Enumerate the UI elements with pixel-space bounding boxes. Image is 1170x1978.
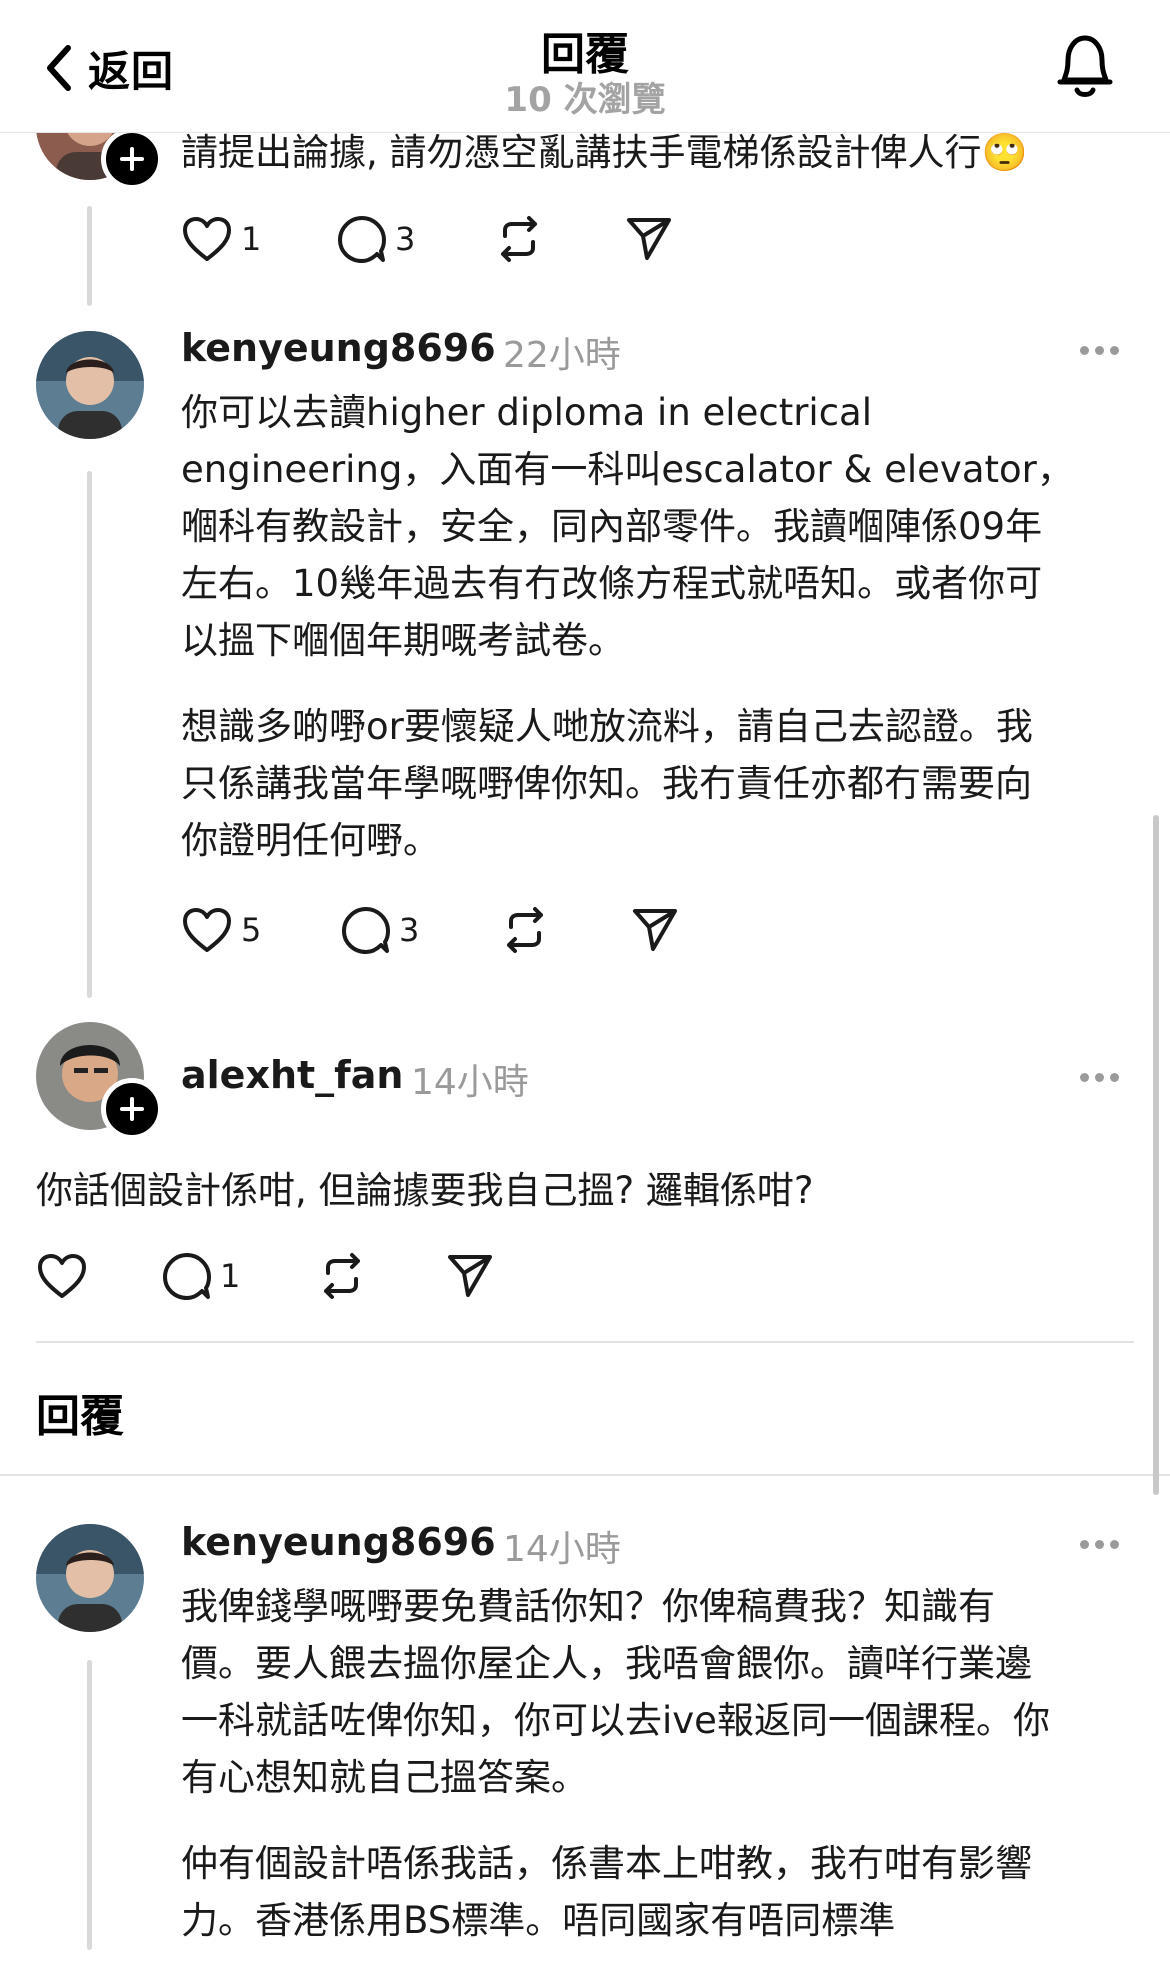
comment-bubble-icon (342, 907, 390, 954)
repost-button[interactable] (318, 1246, 366, 1306)
plus-icon (120, 1097, 144, 1121)
text-line: 一科就話咗俾你知，你可以去ive報返同一個課程。你 (181, 1699, 1050, 1742)
text-line: engineering，入面有一科叫escalator & elevator， (181, 448, 1074, 491)
text-line: 以搵下嗰個年期嘅考試卷。 (181, 619, 625, 662)
comment-count: 3 (399, 911, 420, 949)
text-line: 左右。10幾年過去有冇改條方程式就唔知。或者你可 (181, 562, 1043, 605)
text-line: 你證明任何嘢。 (181, 819, 440, 862)
send-icon (633, 909, 677, 951)
username[interactable]: kenyeung8696 (181, 326, 496, 370)
repost-icon (507, 907, 543, 953)
post-paragraph: 你可以去讀higher diploma in electrical engine… (181, 384, 1141, 669)
plus-icon (120, 147, 144, 171)
text-line: 我俾錢學嘅嘢要免費話你知？你俾稿費我？知識有 (181, 1585, 995, 1628)
more-dots-icon[interactable] (1080, 343, 1120, 357)
like-count: 1 (241, 220, 262, 258)
text-line: 嗰科有教設計，安全，同內部零件。我讀嗰陣係09年 (181, 505, 1043, 548)
comment-count: 3 (395, 220, 416, 258)
username[interactable]: kenyeung8696 (181, 1520, 496, 1564)
top-navigation-bar: 返回 回覆 10 次瀏覽 (0, 0, 1170, 133)
follow-button[interactable] (101, 1078, 163, 1140)
scrollbar[interactable] (1153, 815, 1159, 1495)
comment-button[interactable]: 1 (162, 1246, 240, 1306)
text-line: 你可以去讀higher diploma in electrical (181, 391, 872, 434)
replies-heading: 回覆 (36, 1391, 124, 1442)
divider (0, 1474, 1170, 1476)
text-line: 力。香港係用BS標準。唔同國家有唔同標準 (181, 1899, 896, 1942)
post-paragraph: 仲有個設計唔係我話，係書本上咁教，我冇咁有影響 力。香港係用BS標準。唔同國家有… (181, 1835, 1141, 1949)
comment-count: 1 (220, 1257, 241, 1295)
share-button[interactable] (446, 1246, 494, 1306)
bell-icon[interactable] (1052, 30, 1118, 100)
thread-line (87, 1660, 92, 1950)
text-line: 仲有個設計唔係我話，係書本上咁教，我冇咁有影響 (181, 1842, 1032, 1885)
divider (36, 1341, 1134, 1343)
send-icon (627, 218, 671, 260)
avatar[interactable] (36, 1524, 144, 1632)
post-paragraph: 想識多啲嘢or要懷疑人哋放流料，請自己去認證。我 只係講我當年學嘅嘢俾你知。我冇… (181, 698, 1141, 869)
thread-line (87, 206, 92, 306)
post-body: 你話個設計係咁, 但論據要我自己搵? 邏輯係咁? (36, 1169, 814, 1212)
send-icon (448, 1255, 492, 1297)
view-count: 10 次瀏覽 (504, 80, 666, 120)
post-paragraph: 我俾錢學嘅嘢要免費話你知？你俾稿費我？知識有 價。要人餵去搵你屋企人，我唔會餵你… (181, 1578, 1141, 1806)
comment-bubble-icon (338, 216, 386, 263)
like-button[interactable] (36, 1246, 88, 1306)
avatar[interactable] (36, 331, 144, 439)
post-body: 你可以去讀higher diploma in electrical engine… (181, 384, 1141, 898)
text-line: 有心想知就自己搵答案。 (181, 1756, 588, 1799)
like-button[interactable]: 5 (181, 900, 261, 960)
thread-line (87, 471, 92, 998)
heart-icon (183, 908, 231, 952)
repost-button[interactable] (501, 900, 549, 960)
comment-button[interactable]: 3 (337, 209, 415, 269)
timestamp: 14小時 (503, 1529, 621, 1570)
text-line: 只係講我當年學嘅嘢俾你知。我冇責任亦都冇需要向 (181, 762, 1032, 805)
text-line: 想識多啲嘢or要懷疑人哋放流料，請自己去認證。我 (181, 705, 1033, 748)
share-button[interactable] (631, 900, 679, 960)
more-dots-icon[interactable] (1080, 1537, 1120, 1551)
repost-icon (501, 216, 537, 262)
heart-icon (183, 217, 231, 261)
timestamp: 14小時 (411, 1062, 529, 1103)
share-button[interactable] (625, 209, 673, 269)
comment-button[interactable]: 3 (341, 900, 419, 960)
post-body: 我俾錢學嘅嘢要免費話你知？你俾稿費我？知識有 價。要人餵去搵你屋企人，我唔會餵你… (181, 1578, 1141, 1978)
follow-button[interactable] (101, 128, 163, 190)
repost-button[interactable] (495, 209, 543, 269)
text-line: 價。要人餵去搵你屋企人，我唔會餵你。讀咩行業邊 (181, 1642, 1032, 1685)
like-count: 5 (241, 911, 262, 949)
like-button[interactable]: 1 (181, 209, 261, 269)
timestamp: 22小時 (503, 335, 621, 376)
more-dots-icon[interactable] (1080, 1070, 1120, 1084)
username[interactable]: alexht_fan (181, 1053, 403, 1097)
repost-icon (324, 1253, 360, 1299)
heart-icon (38, 1254, 86, 1298)
comment-bubble-icon (163, 1253, 211, 1300)
